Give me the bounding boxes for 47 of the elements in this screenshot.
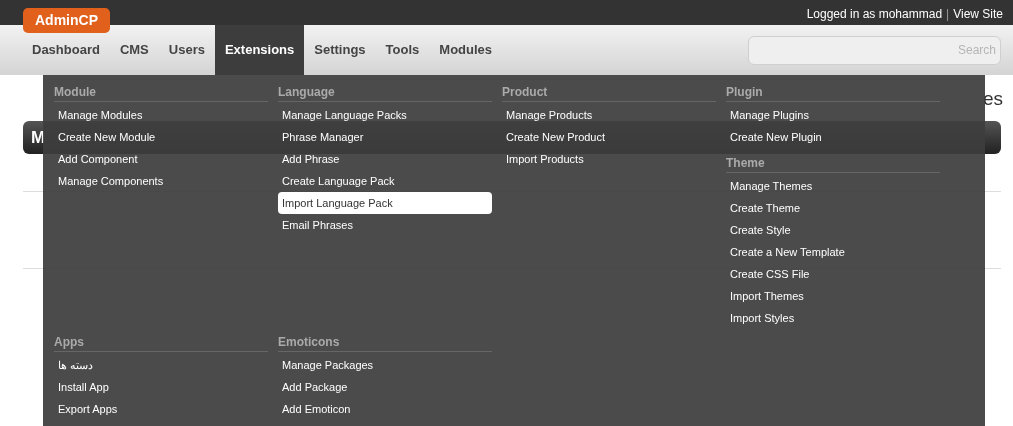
logged-in-user-link[interactable]: Logged in as mohammad [806, 5, 943, 23]
menu-item[interactable]: Import Language Pack [278, 192, 492, 214]
menu-item[interactable]: Create Language Pack [278, 170, 492, 192]
menu-item[interactable]: Add Package [278, 376, 492, 398]
separator: | [946, 6, 950, 23]
menu-item[interactable]: Manage Modules [54, 104, 268, 126]
menu-item[interactable]: Create New Module [54, 126, 268, 148]
menu-section-heading: Language [278, 83, 492, 102]
menu-item[interactable]: Create New Product [502, 126, 716, 148]
menu-item[interactable]: Manage Plugins [726, 104, 940, 126]
nav-tab[interactable]: Extensions [214, 25, 305, 75]
nav-tab[interactable]: Dashboard [22, 38, 110, 62]
menu-item[interactable]: دسته ها [54, 354, 268, 376]
menu-item[interactable]: Add Component [54, 148, 268, 170]
menu-item[interactable]: Create CSS File [726, 263, 940, 285]
menu-section-heading: Product [502, 83, 716, 102]
menu-item[interactable]: Import Products [502, 148, 716, 170]
menu-item[interactable]: Import Styles [726, 307, 940, 329]
nav-tab[interactable]: CMS [109, 38, 159, 62]
menu-item[interactable]: Phrase Manager [278, 126, 492, 148]
menu-item[interactable]: Manage Packages [278, 354, 492, 376]
menu-item[interactable]: Import Themes [726, 285, 940, 307]
nav-tab[interactable]: Tools [375, 38, 430, 62]
nav-tab[interactable]: Users [158, 38, 215, 62]
menu-item[interactable]: Create Theme [726, 197, 940, 219]
menu-section-heading: Emoticons [278, 333, 492, 352]
menu-section-heading: Module [54, 83, 268, 102]
menu-section-heading: Apps [54, 333, 268, 352]
menu-item[interactable]: Manage Language Packs [278, 104, 492, 126]
menu-section-heading: Plugin [726, 83, 940, 102]
admincp-logo[interactable]: AdminCP [23, 8, 110, 33]
menu-item[interactable]: Manage Components [54, 170, 268, 192]
menu-item[interactable]: Export Apps [54, 398, 268, 420]
nav-tab[interactable]: Settings [304, 38, 376, 62]
menu-item[interactable]: Manage Products [502, 104, 716, 126]
menu-item[interactable]: Manage Themes [726, 175, 940, 197]
menu-item[interactable]: Create Style [726, 219, 940, 241]
menu-item[interactable]: Create New Plugin [726, 126, 940, 148]
nav-tab[interactable]: Modules [429, 38, 503, 62]
search-field[interactable]: Search [748, 35, 1001, 65]
menu-section-heading: Theme [726, 154, 940, 173]
view-site-link[interactable]: View Site [953, 5, 1003, 23]
menu-item[interactable]: Add Phrase [278, 148, 492, 170]
menu-item[interactable]: Install App [54, 376, 268, 398]
menu-item[interactable]: Create a New Template [726, 241, 940, 263]
menu-item[interactable]: Email Phrases [278, 214, 492, 236]
menu-item[interactable]: Add Emoticon [278, 398, 492, 420]
